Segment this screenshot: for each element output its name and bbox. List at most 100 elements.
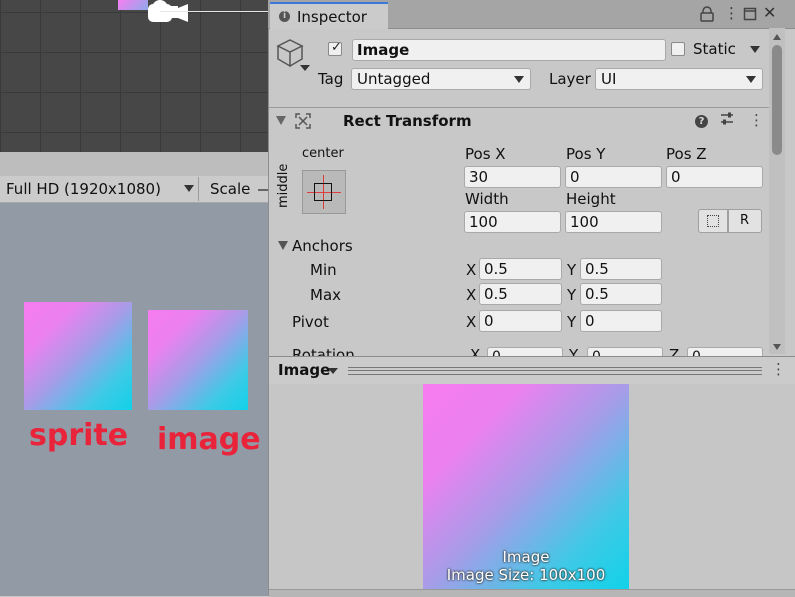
scale-slider[interactable] [258,189,268,191]
static-checkbox[interactable] [671,42,685,56]
pos-y-field[interactable]: 0 [565,166,662,188]
lock-icon[interactable] [700,6,714,22]
preview-image-size: Image Size: 100x100 [446,566,606,584]
check-icon: ✓ [331,40,342,55]
chevron-down-icon[interactable] [750,46,760,53]
pivot-y-axis-label: Y [567,313,577,331]
tag-label: Tag [318,70,344,88]
scroll-down-icon[interactable] [773,344,781,350]
pos-z-label: Pos Z [666,145,707,163]
height-field[interactable]: 100 [565,211,662,233]
rotation-x-field[interactable]: 0 [487,347,563,356]
rotation-y-value: 0 [592,349,601,356]
rotation-row: Rotation X 0 Y 0 Z 0 [269,338,769,356]
anchor-min-y-field[interactable]: 0.5 [580,258,662,280]
raw-edit-label: R [740,213,750,228]
pos-z-value: 0 [671,168,681,186]
pos-x-label: Pos X [465,145,506,163]
anchor-min-x-field[interactable]: 0.5 [479,258,562,280]
anchor-max-x-value: 0.5 [484,285,508,303]
image-text: image [157,422,261,457]
raw-edit-button[interactable]: R [728,209,762,233]
foldout-arrow-icon[interactable] [278,241,288,250]
presets-icon[interactable] [719,111,735,127]
rect-transform-icon [295,113,311,129]
layer-label: Layer [549,70,591,88]
object-name: Image [357,41,410,59]
preview-title[interactable]: Image [278,361,330,379]
menu-icon[interactable]: ⋮ [749,111,764,129]
width-label: Width [465,190,509,208]
scene-view[interactable] [0,0,268,152]
chevron-down-icon [514,76,524,83]
active-checkbox[interactable]: ✓ [328,40,342,56]
image-square [148,310,248,410]
preview-drag-handle[interactable] [348,367,762,375]
height-value: 100 [570,213,599,231]
rotation-y-field[interactable]: 0 [587,347,663,356]
anchor-rect-icon [314,183,332,201]
sprite-text: sprite [29,418,129,453]
width-field[interactable]: 100 [464,211,561,233]
scroll-up-icon[interactable] [773,34,781,40]
info-icon: i [279,11,290,22]
max-label: Max [310,286,342,304]
tag-dropdown[interactable]: Untagged [351,68,531,90]
pos-z-field[interactable]: 0 [666,166,763,188]
anchor-max-y-value: 0.5 [585,285,609,303]
tab-inspector-label: Inspector [297,8,367,26]
pos-x-field[interactable]: 30 [464,166,561,188]
max-y-axis-label: Y [567,286,577,304]
preview-image-name: Image [502,548,550,566]
tab-inspector[interactable]: i Inspector [270,2,388,29]
chevron-down-icon [746,76,756,83]
cube-icon[interactable] [275,38,305,68]
pivot-x-axis-label: X [466,313,477,331]
anchors-label[interactable]: Anchors [292,237,353,255]
scene-gizmo-line [160,11,268,12]
camera-icon[interactable] [142,0,194,28]
foldout-arrow-icon[interactable] [276,116,286,125]
layer-dropdown[interactable]: UI [595,68,763,90]
tag-value: Untagged [357,70,431,88]
anchor-max-x-field[interactable]: 0.5 [479,283,562,305]
anchor-min-x-value: 0.5 [484,260,508,278]
pos-y-value: 0 [570,168,580,186]
menu-icon[interactable]: ⋮ [771,360,786,378]
grip-line [348,370,762,371]
divider [269,107,769,108]
chevron-down-icon [184,185,194,192]
height-label: Height [566,190,616,208]
panel-divider [0,152,268,176]
min-x-axis-label: X [466,261,477,279]
anchor-min-y-value: 0.5 [585,260,609,278]
static-label: Static [693,40,736,58]
anchor-preset-button[interactable] [302,170,346,214]
menu-icon[interactable]: ⋮ [724,4,739,22]
resolution-dropdown[interactable]: Full HD (1920x1080) [0,177,199,201]
anchor-max-y-field[interactable]: 0.5 [580,283,662,305]
pos-y-label: Pos Y [566,145,606,163]
min-y-axis-label: Y [567,261,577,279]
close-icon[interactable]: ✕ [763,3,776,22]
help-icon[interactable]: ? [695,115,708,128]
rotation-x-axis-label: X [470,346,481,356]
pos-x-value: 30 [469,168,489,186]
rotation-label: Rotation [292,346,355,356]
pivot-x-field[interactable]: 0 [479,310,562,332]
pivot-y-field[interactable]: 0 [580,310,662,332]
chevron-down-icon[interactable] [300,65,310,71]
maximize-icon[interactable] [743,7,757,21]
object-name-field[interactable]: Image [352,39,666,61]
width-value: 100 [469,213,498,231]
rotation-z-field[interactable]: 0 [687,347,763,356]
anchor-h-label: center [302,146,344,161]
blueprint-mode-button[interactable] [698,209,728,233]
scrollbar-thumb[interactable] [772,45,782,155]
pivot-y-value: 0 [585,312,595,330]
rect-transform-title: Rect Transform [343,112,472,130]
layer-value: UI [601,70,617,88]
blueprint-icon [707,215,719,227]
pivot-label: Pivot [292,313,329,331]
chevron-down-icon[interactable] [328,368,338,374]
